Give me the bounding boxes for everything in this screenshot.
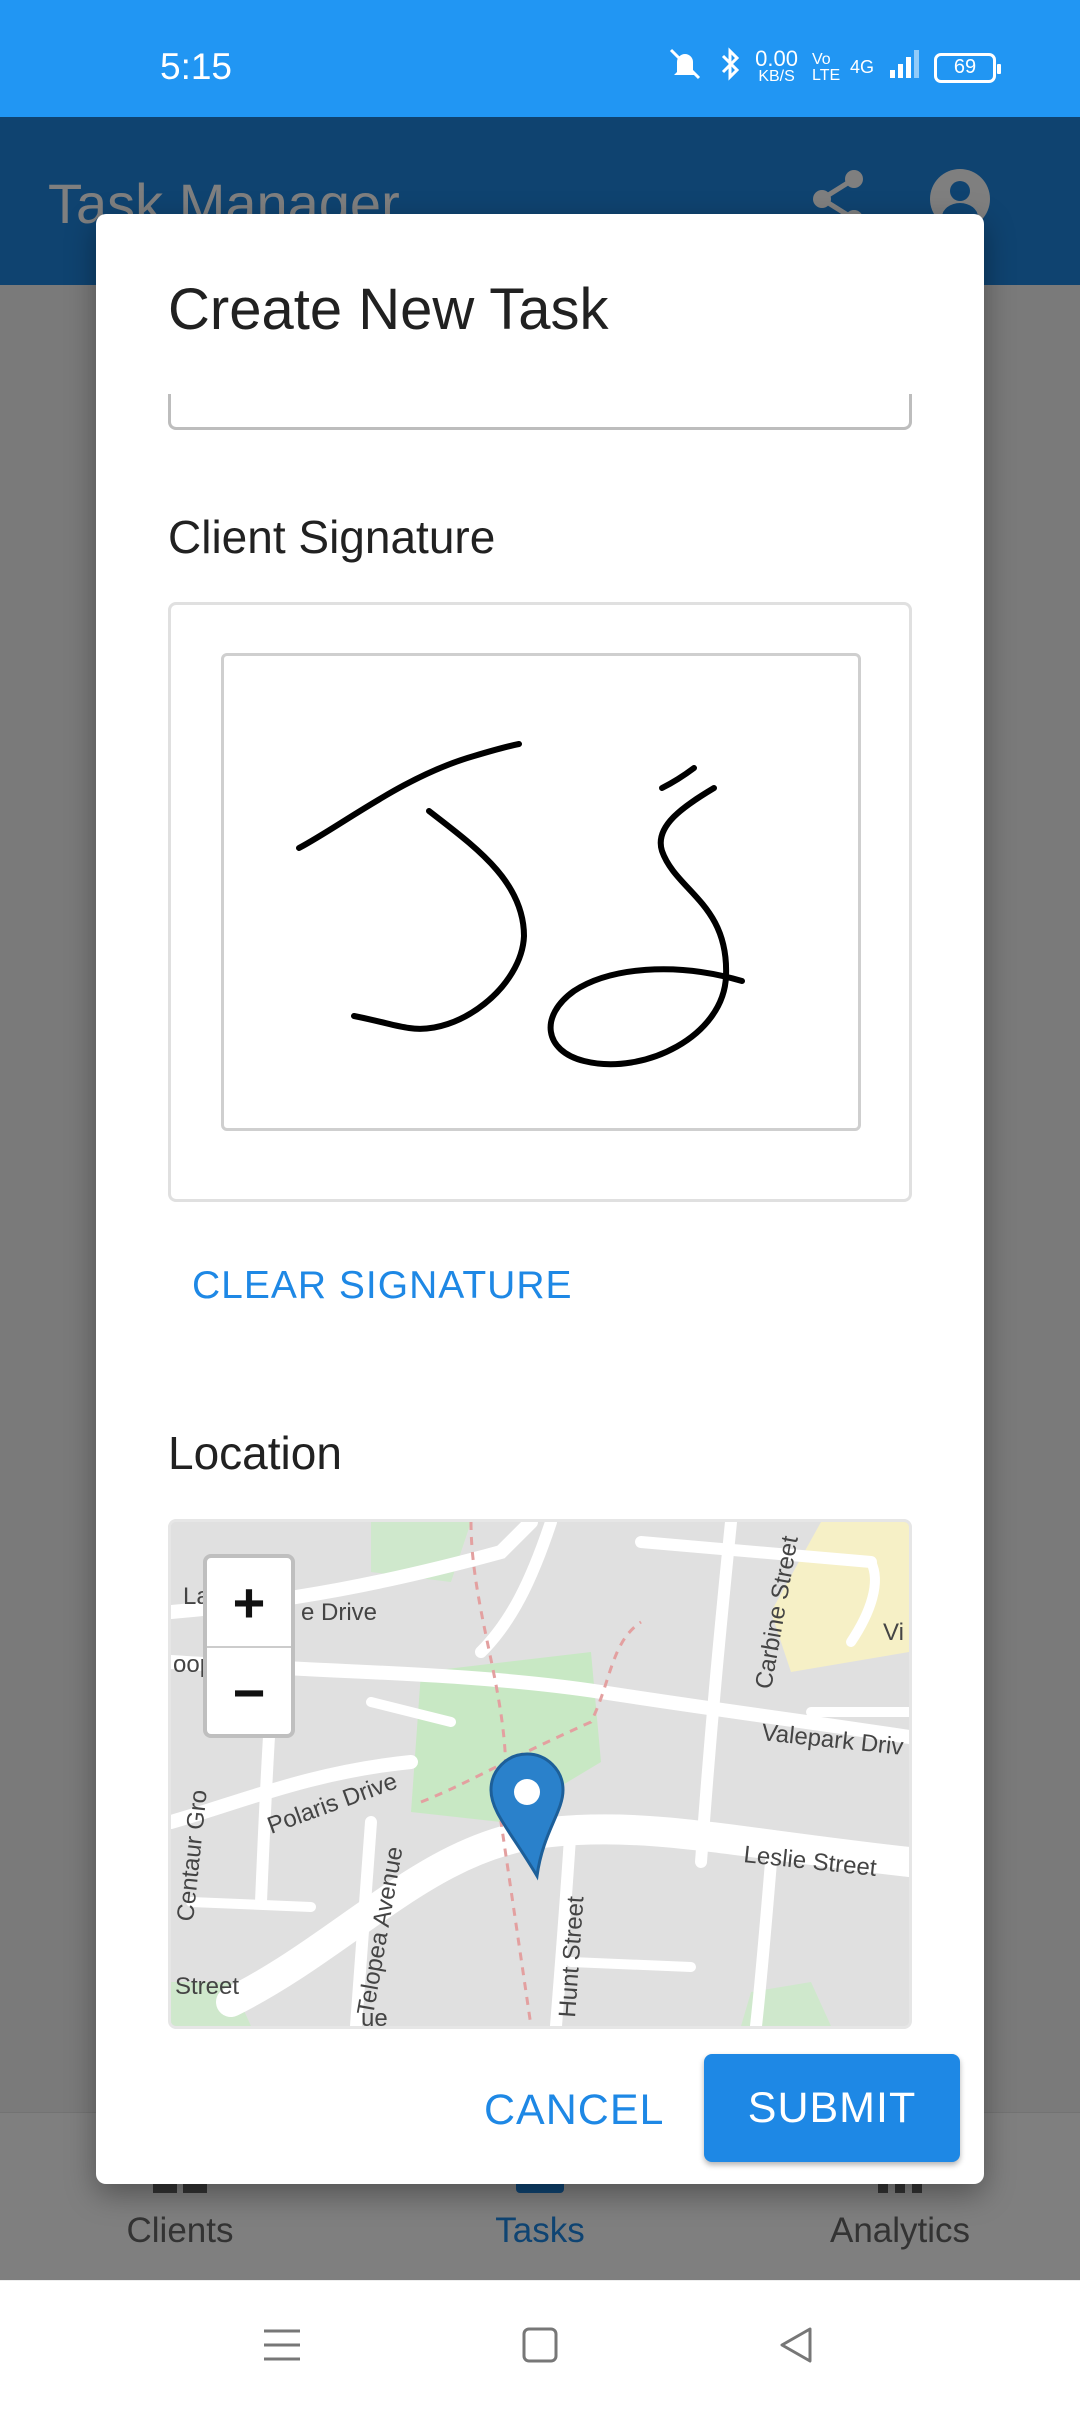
net-speed: 0.00 KB/S — [755, 45, 798, 85]
location-map[interactable]: e Drive Carbine Street Valepark Driv Les… — [168, 1519, 912, 2029]
map-street-label: Street — [175, 1973, 239, 2000]
status-time: 5:15 — [160, 46, 233, 87]
menu-icon[interactable] — [262, 2323, 302, 2372]
signal-icon — [888, 48, 920, 87]
volte-indicator: Vo LTE — [811, 50, 841, 84]
zoom-in-button[interactable]: + — [207, 1558, 291, 1648]
battery-indicator: 69 — [934, 52, 1001, 83]
dialog-actions: CANCEL SUBMIT — [96, 2034, 984, 2184]
submit-button[interactable]: SUBMIT — [704, 2054, 960, 2162]
map-street-label: Vi — [883, 1619, 904, 1646]
zoom-out-button[interactable]: − — [207, 1648, 291, 1734]
home-icon[interactable] — [520, 2323, 560, 2372]
map-zoom-control: + − — [203, 1554, 295, 1738]
map-street-label: e Drive — [301, 1599, 377, 1626]
back-icon[interactable] — [776, 2323, 816, 2372]
mute-icon — [665, 46, 705, 89]
location-label: Location — [168, 1427, 342, 1479]
bluetooth-icon — [719, 46, 741, 89]
network-type: 4G — [849, 57, 874, 77]
signature-label: Client Signature — [168, 511, 496, 563]
system-navigation-bar — [0, 2280, 1080, 2413]
signature-pad[interactable] — [221, 653, 861, 1131]
cancel-button[interactable]: CANCEL — [484, 2062, 664, 2158]
create-task-dialog: Create New Task Client Signature CLEAR S… — [96, 214, 984, 2184]
text-field-bottom-edge[interactable] — [168, 394, 912, 430]
signature-strokes — [296, 741, 745, 1068]
clear-signature-button[interactable]: CLEAR SIGNATURE — [192, 1264, 573, 1308]
dialog-title: Create New Task — [168, 277, 609, 342]
status-icons: 0.00 KB/S Vo LTE 4G 69 — [665, 45, 1001, 89]
map-street-label: ue — [361, 2005, 388, 2026]
signature-container — [168, 602, 912, 1202]
status-bar: 5:15 0.00 KB/S Vo LTE 4G 69 — [0, 0, 1080, 117]
